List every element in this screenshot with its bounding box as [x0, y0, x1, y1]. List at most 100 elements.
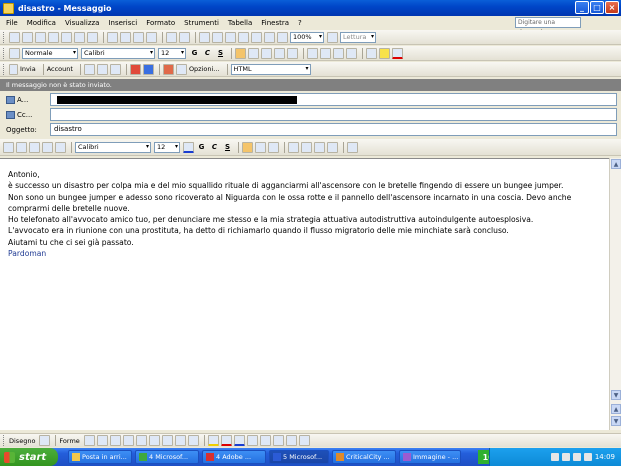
close-button[interactable]: ×: [605, 1, 619, 14]
decrease-indent-icon[interactable]: [314, 141, 325, 153]
hyperlink-icon[interactable]: [347, 141, 358, 153]
fill-color-icon[interactable]: [207, 435, 219, 446]
table-icon[interactable]: [212, 31, 223, 43]
to-field[interactable]: [50, 93, 617, 106]
underline-button[interactable]: S: [215, 49, 226, 57]
save-icon[interactable]: [3, 141, 14, 153]
draw-menu-button[interactable]: Disegno: [9, 437, 35, 445]
to-button[interactable]: A...: [6, 95, 50, 104]
select-objects-icon[interactable]: [39, 435, 51, 446]
font-color-icon[interactable]: [392, 47, 403, 59]
tray-icon[interactable]: [583, 453, 592, 461]
task-button[interactable]: CriticalCity ...: [332, 450, 396, 464]
menu-modifica[interactable]: Modifica: [27, 19, 56, 27]
underline-button[interactable]: S: [222, 143, 233, 151]
oval-icon[interactable]: [122, 435, 134, 446]
clipart-icon[interactable]: [174, 435, 186, 446]
numbering-icon[interactable]: [307, 47, 318, 59]
new-icon[interactable]: [9, 31, 20, 43]
menu-help[interactable]: ?: [298, 19, 302, 27]
increase-indent-icon[interactable]: [327, 141, 338, 153]
tray-icon[interactable]: [572, 453, 581, 461]
bold-button[interactable]: G: [189, 49, 200, 57]
line-icon[interactable]: [83, 435, 95, 446]
flag-icon[interactable]: [162, 63, 174, 75]
wordart-icon[interactable]: [148, 435, 160, 446]
task-button[interactable]: Immagine - ...: [399, 450, 461, 464]
scroll-down-button[interactable]: ▼: [611, 390, 621, 400]
arrow-icon[interactable]: [96, 435, 108, 446]
undo-icon[interactable]: [166, 31, 177, 43]
menu-file[interactable]: File: [6, 19, 18, 27]
toolbar-grip[interactable]: [3, 63, 6, 75]
drawing-icon[interactable]: [251, 31, 262, 43]
cc-field[interactable]: [50, 108, 617, 121]
reading-button[interactable]: Lettura: [340, 31, 376, 43]
align-left-icon[interactable]: [242, 141, 253, 153]
picture-icon[interactable]: [187, 435, 199, 446]
line-color-icon[interactable]: [220, 435, 232, 446]
cut-icon[interactable]: [29, 141, 40, 153]
importance-low-icon[interactable]: [142, 63, 154, 75]
message-body[interactable]: Antonio, è successo un disastro per colp…: [0, 158, 609, 430]
bullets-icon[interactable]: [320, 47, 331, 59]
check-names-icon[interactable]: [109, 63, 121, 75]
print-icon[interactable]: [61, 31, 72, 43]
redo-icon[interactable]: [179, 31, 190, 43]
styles-icon[interactable]: [9, 47, 20, 59]
excel-icon[interactable]: [225, 31, 236, 43]
line-style-icon[interactable]: [246, 435, 258, 446]
vertical-scrollbar[interactable]: ▲ ▼ ▲ ▼: [609, 158, 621, 430]
style-select[interactable]: Normale: [22, 47, 78, 59]
help-search-input[interactable]: Digitare una domanda.: [515, 17, 581, 36]
italic-button[interactable]: C: [209, 143, 220, 151]
font-select[interactable]: Calibri: [81, 47, 155, 59]
doc-map-icon[interactable]: [264, 31, 275, 43]
body-size-select[interactable]: 12: [154, 141, 180, 153]
help-icon[interactable]: [327, 31, 338, 43]
3d-icon[interactable]: [298, 435, 310, 446]
menu-finestra[interactable]: Finestra: [261, 19, 289, 27]
menu-inserisci[interactable]: Inserisci: [108, 19, 137, 27]
spelling-icon[interactable]: [87, 31, 98, 43]
paste-icon[interactable]: [133, 31, 144, 43]
menu-tabella[interactable]: Tabella: [228, 19, 252, 27]
save-icon[interactable]: [35, 31, 46, 43]
align-center-icon[interactable]: [255, 141, 266, 153]
toolbar-grip[interactable]: [3, 435, 6, 446]
open-icon[interactable]: [22, 31, 33, 43]
scroll-up-button[interactable]: ▲: [611, 159, 621, 169]
menu-formato[interactable]: Formato: [146, 19, 175, 27]
start-button[interactable]: start: [0, 448, 58, 466]
align-right-icon[interactable]: [261, 47, 272, 59]
subject-field[interactable]: disastro: [50, 123, 617, 136]
align-left-icon[interactable]: [235, 47, 246, 59]
columns-icon[interactable]: [238, 31, 249, 43]
preview-icon[interactable]: [74, 31, 85, 43]
textbox-icon[interactable]: [135, 435, 147, 446]
arrow-style-icon[interactable]: [272, 435, 284, 446]
send-button[interactable]: Invia: [20, 65, 36, 73]
attach-icon[interactable]: [83, 63, 95, 75]
line-spacing-icon[interactable]: [287, 47, 298, 59]
bold-button[interactable]: G: [196, 143, 207, 151]
cc-button[interactable]: Cc...: [6, 110, 50, 119]
dash-style-icon[interactable]: [259, 435, 271, 446]
hyperlink-icon[interactable]: [199, 31, 210, 43]
menu-visualizza[interactable]: Visualizza: [65, 19, 99, 27]
permission-icon[interactable]: [48, 31, 59, 43]
decrease-indent-icon[interactable]: [333, 47, 344, 59]
shadow-icon[interactable]: [285, 435, 297, 446]
increase-indent-icon[interactable]: [346, 47, 357, 59]
font-color-icon[interactable]: [183, 141, 194, 153]
account-button[interactable]: Account: [47, 65, 73, 73]
rectangle-icon[interactable]: [109, 435, 121, 446]
size-select[interactable]: 12: [158, 47, 186, 59]
autoshapes-button[interactable]: Forme: [59, 437, 79, 445]
task-button[interactable]: Posta in arri...: [68, 450, 132, 464]
border-icon[interactable]: [366, 47, 377, 59]
format-painter-icon[interactable]: [146, 31, 157, 43]
zoom-select[interactable]: 100%: [290, 31, 324, 43]
bullets-icon[interactable]: [301, 141, 312, 153]
importance-high-icon[interactable]: [129, 63, 141, 75]
